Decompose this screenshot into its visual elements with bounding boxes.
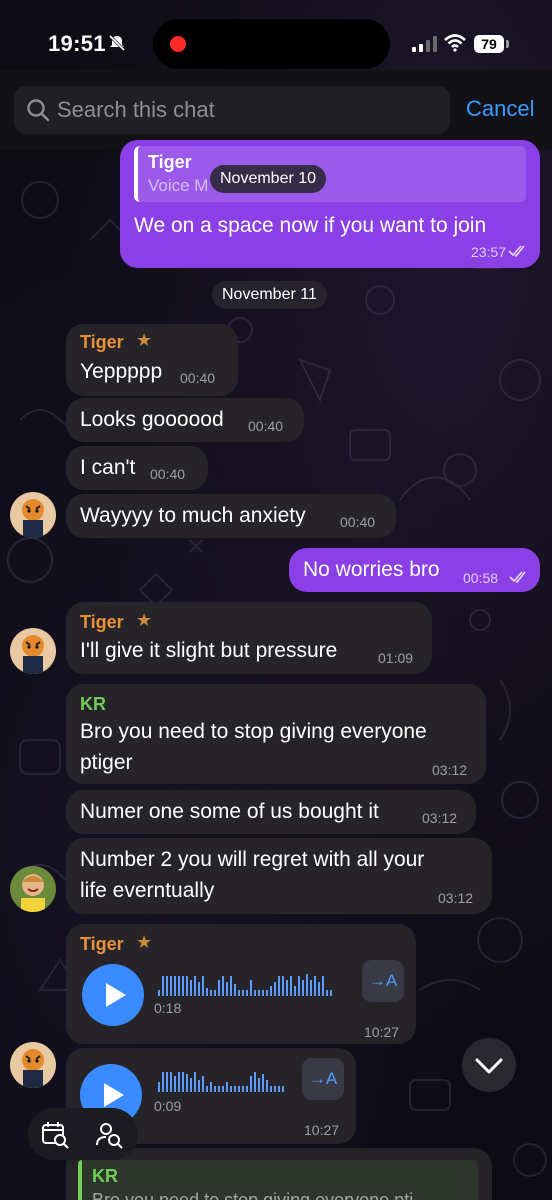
read-checks-icon xyxy=(509,571,526,584)
waveform[interactable] xyxy=(158,1068,288,1094)
message-time: 10:27 xyxy=(304,1122,340,1138)
waveform[interactable] xyxy=(158,972,344,998)
message-text: I'll give it slight but pressure xyxy=(80,639,338,662)
reply-quote[interactable]: KR Bro you need to stop giving everyone … xyxy=(78,1160,478,1200)
message-time: 00:40 xyxy=(340,514,376,530)
user-search-icon[interactable] xyxy=(94,1120,124,1150)
avatar[interactable] xyxy=(10,492,56,538)
status-time: 19:51 xyxy=(48,31,106,56)
tiger-avatar-image xyxy=(10,1042,56,1088)
reply-quote[interactable]: Tiger Voice M xyxy=(134,146,526,202)
sender-name: Tiger xyxy=(80,612,124,632)
star-icon: ★ xyxy=(136,330,153,350)
voice-message-bubble[interactable]: Tiger ★ 0:18 →A 10:27 xyxy=(66,924,416,1044)
message-bubble-incoming[interactable]: Tiger ★ Yeppppp 00:40 xyxy=(66,324,238,396)
signal-icon xyxy=(412,36,437,52)
reply-quote-name: KR xyxy=(92,1166,118,1186)
message-time: 03:12 xyxy=(422,810,458,826)
message-text: Looks goooood xyxy=(80,408,224,431)
message-text-line: Number 2 you will regret with all your xyxy=(80,848,425,871)
recording-indicator xyxy=(170,36,186,52)
search-input[interactable] xyxy=(57,86,437,134)
calendar-search-icon[interactable] xyxy=(40,1120,70,1150)
avatar[interactable] xyxy=(10,1042,56,1088)
message-bubble-incoming[interactable]: I can't 00:40 xyxy=(66,446,208,490)
message-text: Wayyyy to much anxiety xyxy=(80,504,306,527)
message-time: 00:40 xyxy=(248,418,284,434)
search-icon xyxy=(27,99,50,122)
sender-name: KR xyxy=(80,694,106,714)
message-bubble-incoming[interactable]: Looks goooood 00:40 xyxy=(66,398,304,442)
avatar[interactable] xyxy=(10,866,56,912)
message-text: Numer one some of us bought it xyxy=(80,800,379,823)
read-checks-icon xyxy=(508,245,525,258)
reply-quote-name: Tiger xyxy=(148,152,192,172)
bell-slash-icon xyxy=(108,34,126,52)
avatar[interactable] xyxy=(10,628,56,674)
message-text: Yeppppp xyxy=(80,360,163,383)
date-separator: November 10 xyxy=(210,165,327,193)
tiger-avatar-image xyxy=(10,492,56,538)
voice-duration: 0:09 xyxy=(154,1098,182,1114)
sender-name: Tiger xyxy=(80,332,124,352)
search-box[interactable] xyxy=(14,86,450,134)
message-bubble-incoming[interactable]: Wayyyy to much anxiety 00:40 xyxy=(66,494,396,538)
voice-duration: 0:18 xyxy=(154,1000,182,1016)
message-bubble-outgoing[interactable]: No worries bro 00:58 xyxy=(289,548,540,592)
message-text: We on a space now if you want to join xyxy=(134,214,487,237)
battery-tip xyxy=(506,40,509,48)
message-text: I can't xyxy=(80,456,136,479)
message-text: No worries bro xyxy=(303,558,440,581)
message-time: 00:58 xyxy=(463,570,499,586)
kr-avatar-image xyxy=(10,866,56,912)
message-time: 00:40 xyxy=(150,466,186,482)
wifi-icon xyxy=(444,34,466,52)
dynamic-island xyxy=(153,19,390,69)
message-time: 01:09 xyxy=(378,650,414,666)
message-time: 03:12 xyxy=(432,762,468,778)
message-text-line: Bro you need to stop giving everyone xyxy=(80,720,427,743)
search-filter-bar xyxy=(28,1108,138,1160)
star-icon: ★ xyxy=(136,610,153,630)
message-bubble-outgoing[interactable]: Tiger Voice M We on a space now if you w… xyxy=(120,140,540,268)
message-bubble-incoming[interactable]: Number 2 you will regret with all your l… xyxy=(66,838,492,914)
sender-name: Tiger xyxy=(80,934,124,954)
message-time: 03:12 xyxy=(438,890,474,906)
message-bubble-incoming[interactable]: Numer one some of us bought it 03:12 xyxy=(66,790,476,834)
reply-quote-text: Bro you need to stop giving everyone pti xyxy=(92,1190,414,1200)
chevron-down-icon xyxy=(475,1058,503,1074)
battery-indicator: 79 xyxy=(474,35,504,53)
message-time: 10:27 xyxy=(364,1024,400,1040)
reply-quote-text: Voice M xyxy=(148,176,209,195)
tiger-avatar-image xyxy=(10,628,56,674)
message-bubble-incoming-partial[interactable]: KR Bro you need to stop giving everyone … xyxy=(66,1148,492,1200)
message-bubble-incoming[interactable]: Tiger ★ I'll give it slight but pressure… xyxy=(66,602,432,674)
transcribe-button[interactable]: →A xyxy=(302,1058,344,1100)
star-icon: ★ xyxy=(136,932,153,952)
message-text-line: ptiger xyxy=(80,751,133,774)
cancel-button[interactable]: Cancel xyxy=(466,96,534,122)
date-separator: November 11 xyxy=(212,281,327,309)
play-button[interactable] xyxy=(82,964,144,1026)
message-text-line: life everntually xyxy=(80,879,215,902)
message-time: 23:57 xyxy=(470,244,506,260)
search-header: Cancel xyxy=(0,70,552,150)
scroll-to-bottom-button[interactable] xyxy=(462,1038,516,1092)
message-time: 00:40 xyxy=(180,370,216,386)
transcribe-button[interactable]: →A xyxy=(362,960,404,1002)
message-bubble-incoming[interactable]: KR Bro you need to stop giving everyone … xyxy=(66,684,486,784)
